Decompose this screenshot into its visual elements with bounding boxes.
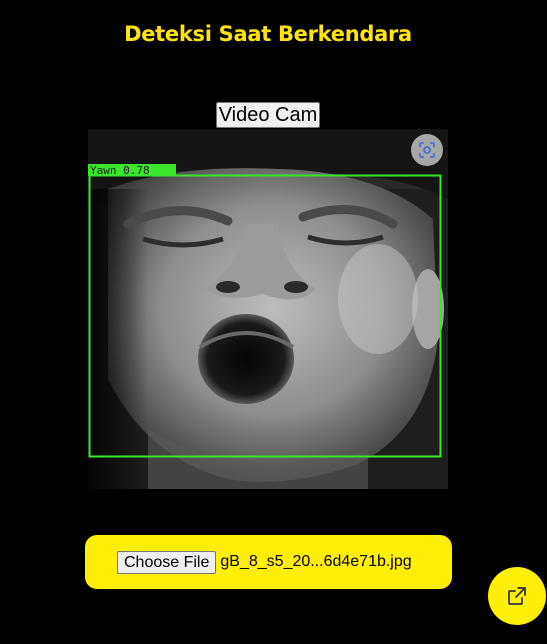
page: Deteksi Saat Berkendara Video Cam Yawn 0… [0,0,547,644]
detection-label: Yawn 0.78 [90,164,150,177]
upload-bar: Choose File gB_8_s5_20...6d4e71b.jpg [85,535,452,589]
open-external-icon [508,587,526,605]
detection-image: Yawn 0.78 [88,129,448,489]
open-external-button[interactable] [488,567,546,625]
page-title: Deteksi Saat Berkendara [124,22,412,46]
face-photo: Yawn 0.78 [88,129,448,489]
google-lens-button[interactable] [411,134,443,166]
selected-file-name: gB_8_s5_20...6d4e71b.jpg [220,553,412,570]
video-cam-button[interactable]: Video Cam [216,102,320,128]
choose-file-button[interactable]: Choose File [117,550,217,574]
google-lens-icon [419,142,435,158]
